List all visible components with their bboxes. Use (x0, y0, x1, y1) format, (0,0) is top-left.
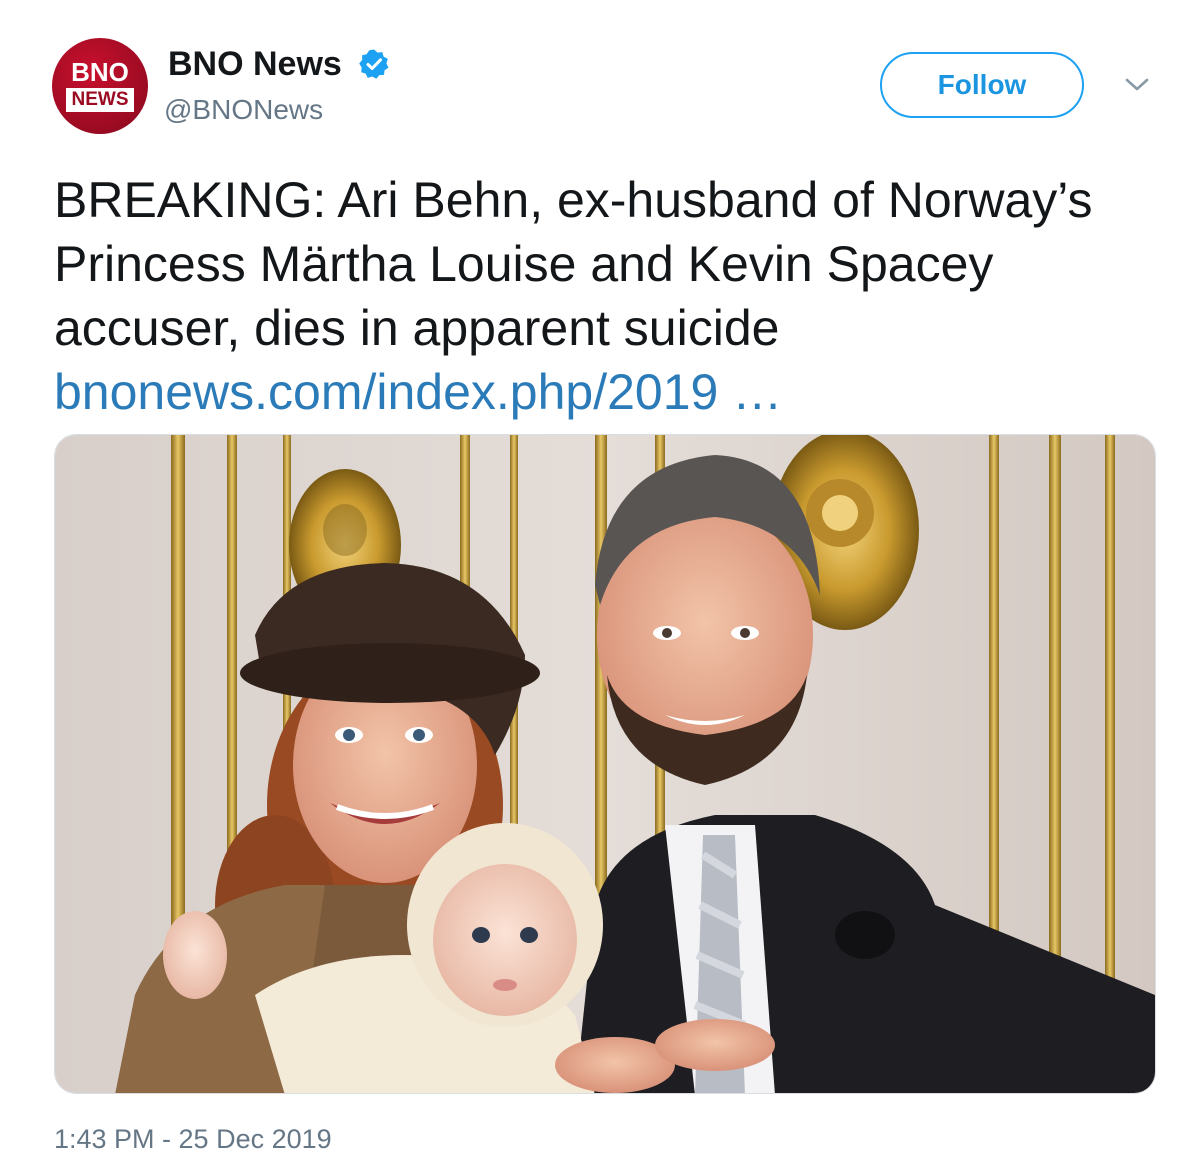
chevron-down-icon[interactable] (1124, 76, 1150, 94)
tweet-body: BREAKING: Ari Behn, ex-husband of Norway… (54, 168, 1154, 424)
author-handle[interactable]: @BNONews (164, 92, 323, 128)
avatar-logo-bottom: NEWS (66, 88, 134, 112)
author-display-name[interactable]: BNO News (168, 44, 342, 84)
tweet-link[interactable]: bnonews.com/index.php/2019 … (54, 360, 1154, 424)
photo-illustration (55, 435, 1155, 1093)
follow-button[interactable]: Follow (880, 52, 1084, 118)
tweet-text: BREAKING: Ari Behn, ex-husband of Norway… (54, 172, 1093, 356)
verified-badge-icon (359, 49, 389, 79)
author-avatar[interactable]: BNO NEWS (52, 38, 148, 134)
tweet-timestamp[interactable]: 1:43 PM - 25 Dec 2019 (54, 1122, 332, 1156)
avatar-logo-top: BNO (71, 57, 129, 87)
tweet-media-photo[interactable] (54, 434, 1156, 1094)
